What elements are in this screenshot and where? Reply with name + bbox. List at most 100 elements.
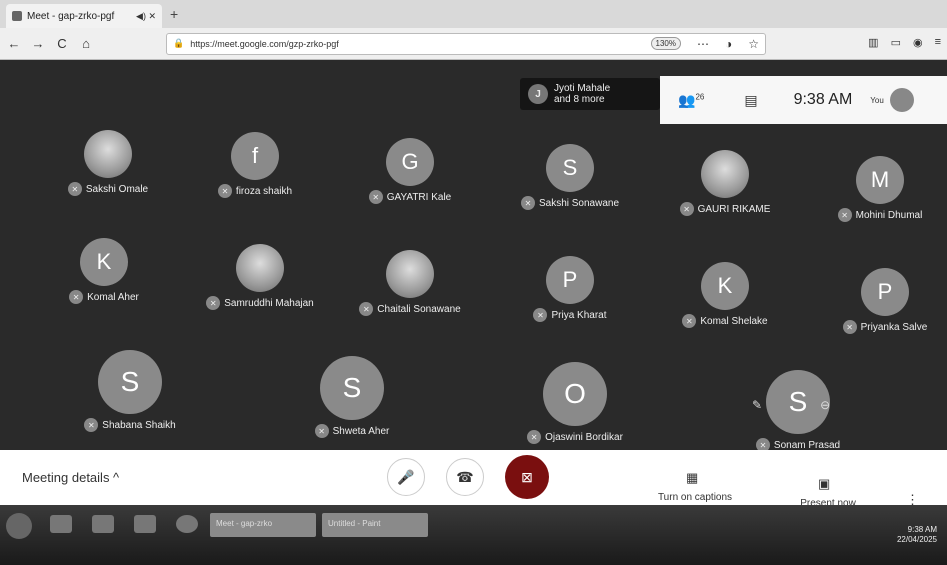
camera-toggle-button[interactable]: ⊠: [505, 455, 549, 499]
participant-tile[interactable]: M ✕ Mohini Dhumal: [810, 156, 947, 222]
app-icon[interactable]: [134, 515, 156, 533]
meet-top-bar: 👥26 ▤ 9:38 AM You: [660, 76, 947, 124]
explorer-icon[interactable]: [92, 515, 114, 533]
url-text: https://meet.google.com/gzp-zrko-pgf: [190, 38, 339, 49]
participant-name: firoza shaikh: [235, 185, 293, 197]
mic-muted-icon: ✕: [84, 418, 99, 432]
reload-icon[interactable]: C: [52, 36, 72, 51]
participant-tile[interactable]: ✕ Samruddhi Mahajan: [190, 244, 330, 310]
new-tab-button[interactable]: +: [170, 6, 178, 22]
camera-off-icon: ⊠: [521, 468, 533, 485]
media-player-icon[interactable]: [50, 515, 72, 533]
people-icon[interactable]: 👥26: [678, 92, 704, 109]
participant-name: Mohini Dhumal: [855, 209, 923, 221]
participant-name: Ojaswini Bordikar: [545, 431, 623, 443]
page-menu-icon[interactable]: ⋯: [697, 37, 709, 51]
remove-icon[interactable]: ⊖: [820, 398, 830, 412]
participant-tile[interactable]: S ✕ Shweta Aher: [282, 356, 422, 438]
forward-icon[interactable]: →: [28, 36, 48, 51]
participant-avatar: O: [543, 362, 607, 426]
participant-avatar: P: [546, 256, 594, 304]
extension-icon[interactable]: ◉: [913, 36, 923, 49]
participant-tile[interactable]: K ✕ Komal Aher: [34, 238, 174, 304]
sidebar-icon[interactable]: ▭: [891, 36, 901, 49]
pin-icon[interactable]: ✎: [752, 398, 762, 412]
taskbar-window-paint[interactable]: Untitled - Paint: [322, 513, 428, 537]
mic-muted-icon: ✕: [527, 430, 542, 444]
start-button[interactable]: [6, 513, 32, 539]
participant-name-row: ✕ Komal Aher: [34, 290, 174, 304]
participant-avatar: [84, 130, 132, 178]
participant-avatar: [386, 250, 434, 298]
participant-name-row: ✕ Shabana Shaikh: [60, 418, 200, 432]
participant-avatar: M: [856, 156, 904, 204]
meet-favicon-icon: [12, 11, 22, 21]
address-bar[interactable]: 🔒 https://meet.google.com/gzp-zrko-pgf 1…: [166, 32, 766, 55]
people-count: 26: [695, 91, 705, 101]
bookmark-star-icon[interactable]: ☆: [748, 37, 759, 51]
system-tray-clock: 9:38 AM 22/04/2025: [897, 525, 937, 545]
presence-avatar: J: [528, 84, 548, 104]
participant-tile[interactable]: G ✕ GAYATRI Kale: [340, 138, 480, 204]
home-icon[interactable]: ⌂: [76, 36, 96, 51]
present-icon[interactable]: ▣: [818, 476, 830, 492]
library-icon[interactable]: ▥: [868, 36, 878, 49]
tray-time: 9:38 AM: [907, 525, 937, 534]
participant-name: Sakshi Sonawane: [538, 197, 620, 209]
participant-tile[interactable]: K ✕ Komal Shelake: [655, 262, 795, 328]
captions-icon[interactable]: ▦: [686, 470, 698, 486]
tab-close-icon[interactable]: ◀) ✕: [136, 11, 156, 22]
taskbar-window-meet[interactable]: Meet - gap-zrko: [210, 513, 316, 537]
participant-name-row: ✕ Priya Kharat: [500, 308, 640, 322]
participant-tile[interactable]: f ✕ firoza shaikh: [185, 132, 325, 198]
participant-tile[interactable]: ✕ GAURI RIKAME: [655, 150, 795, 216]
participant-name: GAYATRI Kale: [386, 191, 452, 203]
turn-on-captions-button[interactable]: Turn on captions: [650, 492, 740, 503]
participant-avatar: f: [231, 132, 279, 180]
participant-name: Shabana Shaikh: [102, 419, 176, 431]
participant-name: Priya Kharat: [551, 309, 607, 321]
hamburger-menu-icon[interactable]: ≡: [935, 36, 941, 49]
participant-name-row: ✕ Shweta Aher: [282, 424, 422, 438]
participant-tile[interactable]: P ✕ Priya Kharat: [500, 256, 640, 322]
self-avatar[interactable]: [889, 88, 914, 112]
mic-muted-icon: ✕: [217, 184, 232, 198]
participant-avatar: S: [320, 356, 384, 420]
participant-avatar: K: [80, 238, 128, 286]
participant-tile[interactable]: ✕ Sakshi Omale: [38, 130, 178, 196]
participant-name-row: ✕ GAURI RIKAME: [655, 202, 795, 216]
you-label: You: [870, 95, 884, 105]
meet-time: 9:38 AM: [793, 91, 853, 108]
chat-icon[interactable]: ▤: [744, 92, 757, 109]
meeting-details-button[interactable]: Meeting details ^: [22, 470, 119, 485]
participant-avatar: P: [861, 268, 909, 316]
participant-tile[interactable]: S ✕ Sakshi Sonawane: [500, 144, 640, 210]
navigation-bar: ← → C ⌂ 🔒 https://meet.google.com/gzp-zr…: [0, 28, 947, 60]
browser-tab-bar: Meet - gap-zrko-pgf ◀) ✕ +: [0, 0, 947, 28]
participant-tile[interactable]: ✕ Chaitali Sonawane: [340, 250, 480, 316]
leave-call-button[interactable]: ☎: [446, 458, 484, 496]
zoom-badge[interactable]: 130%: [650, 37, 681, 50]
mic-muted-icon: ✕: [842, 320, 857, 334]
participant-tile[interactable]: S ✕ Shabana Shaikh: [60, 350, 200, 432]
pocket-icon[interactable]: ◑: [725, 37, 732, 51]
mic-muted-icon: ✕: [368, 190, 383, 204]
browser-tab[interactable]: Meet - gap-zrko-pgf ◀) ✕: [6, 4, 162, 28]
windows-taskbar: Meet - gap-zrko Untitled - Paint 9:38 AM…: [0, 505, 947, 565]
tab-title: Meet - gap-zrko-pgf: [27, 10, 115, 22]
mic-muted-icon: ✕: [682, 314, 697, 328]
back-icon[interactable]: ←: [4, 36, 24, 51]
participant-avatar: [701, 150, 749, 198]
chrome-icon[interactable]: [176, 515, 198, 533]
participant-tile[interactable]: P ✕ Priyanka Salve: [815, 268, 947, 334]
participant-name-row: ✕ Ojaswini Bordikar: [505, 430, 645, 444]
participant-avatar: [236, 244, 284, 292]
mic-toggle-button[interactable]: 🎤: [387, 458, 425, 496]
participant-name: Sakshi Omale: [85, 183, 149, 195]
participant-tile[interactable]: O ✕ Ojaswini Bordikar: [505, 362, 645, 444]
mic-muted-icon: ✕: [679, 202, 694, 216]
participant-avatar: K: [701, 262, 749, 310]
participant-name-row: ✕ GAYATRI Kale: [340, 190, 480, 204]
tile-hover-tools: ✎ ⊖: [752, 398, 830, 412]
participant-name-row: ✕ Sakshi Sonawane: [500, 196, 640, 210]
